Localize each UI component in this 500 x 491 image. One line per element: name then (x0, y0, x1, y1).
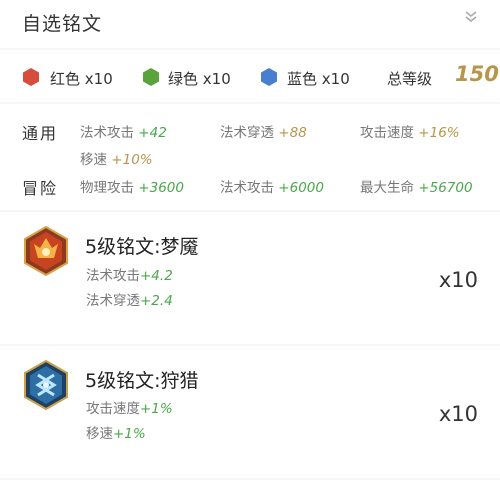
blue-rune-count: 蓝色 x10 (287, 70, 350, 88)
total-level-value: 150 (455, 62, 499, 86)
red-rune-count: 红色 x10 (50, 70, 113, 88)
stat-item: 法术攻击 +42 (80, 125, 167, 141)
stat-item: 移速 +10% (80, 152, 153, 168)
stat-item: 法术攻击 +6000 (220, 180, 324, 196)
double-chevron-down-icon[interactable] (464, 10, 478, 24)
rune-effect: 法术穿透+2.4 (86, 293, 173, 309)
rune-effect: 移速+1% (86, 426, 146, 442)
rune-card[interactable]: 5级铭文:梦魇 法术攻击+4.2 法术穿透+2.4 x10 (0, 212, 500, 344)
total-level-label: 总等级 (387, 70, 433, 88)
rune-effect: 攻击速度+1% (86, 401, 173, 417)
general-stats-label: 通用 (22, 124, 59, 143)
rune-effect: 法术攻击+4.2 (86, 268, 173, 284)
rune-name: 5级铭文:梦魇 (85, 236, 199, 258)
stat-item: 法术穿透 +88 (220, 125, 307, 141)
blue-hexagon-icon (261, 68, 277, 86)
red-rune-icon (24, 226, 68, 276)
stat-item: 物理攻击 +3600 (80, 180, 184, 196)
header-bar: 自选铭文 (0, 0, 500, 48)
green-hexagon-icon (143, 68, 159, 86)
rune-count: x10 (438, 402, 478, 426)
stat-item: 攻击速度 +16% (360, 125, 460, 141)
rune-name: 5级铭文:狩猎 (85, 370, 199, 392)
green-rune-count: 绿色 x10 (168, 70, 231, 88)
adventure-stats-label: 冒险 (22, 179, 59, 198)
red-hexagon-icon (23, 68, 39, 86)
rune-card[interactable]: 5级铭文:狩猎 攻击速度+1% 移速+1% x10 (0, 346, 500, 478)
rune-count: x10 (438, 268, 478, 292)
blue-rune-icon (24, 360, 68, 410)
next-rune-card-partial (0, 480, 500, 491)
page-title: 自选铭文 (22, 13, 103, 35)
stat-item: 最大生命 +56700 (360, 180, 473, 196)
